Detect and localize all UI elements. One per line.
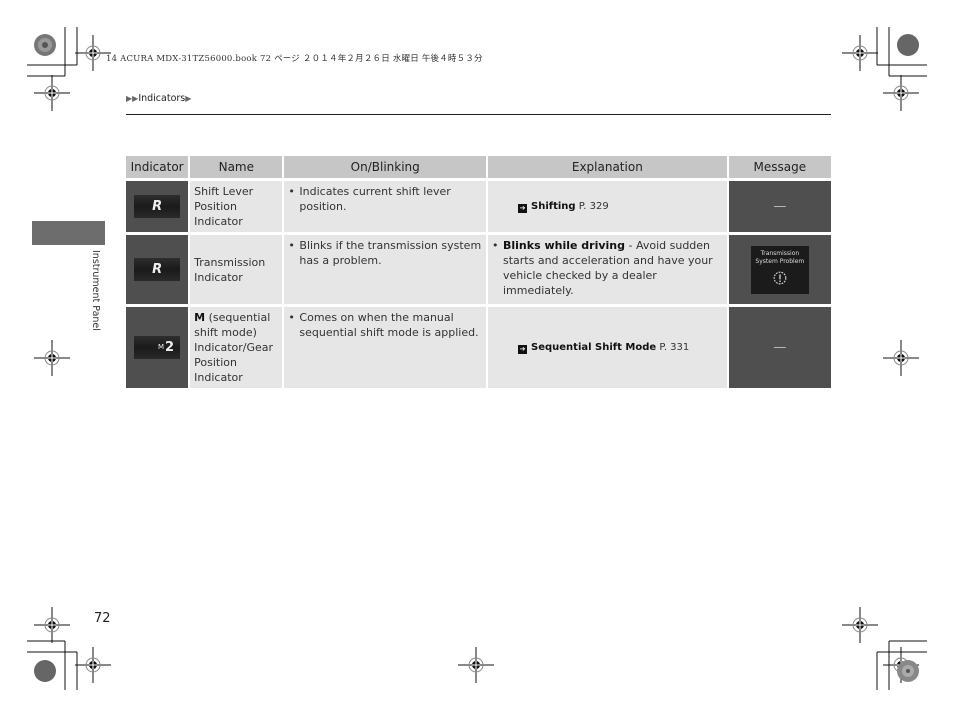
table-row: R Shift Lever Position Indicator • Indica… <box>126 181 831 235</box>
table-row: R Transmission Indicator • Blinks if the … <box>126 235 831 307</box>
column-header-explanation: Explanation <box>488 156 727 181</box>
column-header-message: Message <box>728 156 831 181</box>
print-header: 14 ACURA MDX-31TZ56000.book 72 ページ ２０１４年… <box>106 54 483 64</box>
registration-mark-icon <box>883 340 919 376</box>
explanation-cell: ➔ Shifting P. 329 <box>488 181 727 235</box>
reference-arrow-icon: ➔ <box>518 345 527 354</box>
shift-lever-position-icon: R <box>134 195 181 218</box>
transmission-indicator-icon: R <box>134 258 181 281</box>
reference-arrow-icon: ➔ <box>518 204 527 213</box>
table-header-row: Indicator Name On/Blinking Explanation M… <box>126 156 831 181</box>
registration-mark-icon <box>883 75 919 111</box>
indicator-cell: R <box>126 235 189 307</box>
breadcrumb-label[interactable]: Indicators <box>138 93 185 104</box>
header-rule <box>126 114 831 115</box>
name-cell: M (sequential shift mode) Indicator/Gear… <box>190 307 283 391</box>
indicator-cell: R <box>126 181 189 235</box>
registration-mark-icon <box>842 35 878 71</box>
registration-mark-icon <box>34 607 70 643</box>
indicator-cell: M2 <box>126 307 189 391</box>
transmission-warning-gear-icon <box>773 271 787 284</box>
on-blinking-cell: • Comes on when the manual sequential shi… <box>284 307 486 391</box>
page-number: 72 <box>94 611 111 626</box>
name-cell: Shift Lever Position Indicator <box>190 181 283 235</box>
breadcrumb-arrows-icon: ▶▶ <box>126 94 139 103</box>
registration-mark-icon <box>34 75 70 111</box>
explanation-cell: ➔ Sequential Shift Mode P. 331 <box>488 307 727 391</box>
bullet-icon: • <box>288 239 295 252</box>
side-tab-marker <box>32 221 105 245</box>
explanation-cell: • Blinks while driving - Avoid sudden sta… <box>488 235 727 307</box>
registration-mark-icon <box>75 647 111 683</box>
breadcrumb[interactable]: ▶▶Indicators▶ <box>126 93 191 104</box>
bullet-icon: • <box>288 185 295 198</box>
column-header-on-blinking: On/Blinking <box>284 156 486 181</box>
name-cell: Transmission Indicator <box>190 235 283 307</box>
column-header-indicator: Indicator <box>126 156 189 181</box>
indicators-table: Indicator Name On/Blinking Explanation M… <box>124 156 833 391</box>
table-row: M2 M (sequential shift mode) Indicator/G… <box>126 307 831 391</box>
bullet-icon: • <box>492 239 499 252</box>
sequential-shift-mode-icon: M2 <box>134 336 181 359</box>
bullet-icon: • <box>288 311 295 324</box>
side-tab-label: Instrument Panel <box>90 250 101 331</box>
column-header-name: Name <box>190 156 283 181</box>
on-blinking-cell: • Indicates current shift lever position. <box>284 181 486 235</box>
message-cell: — <box>728 181 831 235</box>
message-cell: — <box>728 307 831 391</box>
registration-mark-icon <box>842 607 878 643</box>
transmission-system-problem-message: Transmission System Problem <box>750 245 809 294</box>
registration-mark-icon <box>458 647 494 683</box>
message-cell: Transmission System Problem <box>728 235 831 307</box>
page-reference-link[interactable]: ➔ Sequential Shift Mode P. 331 <box>518 342 689 354</box>
on-blinking-cell: • Blinks if the transmission system has a… <box>284 235 486 307</box>
registration-mark-icon <box>34 340 70 376</box>
page-reference-link[interactable]: ➔ Shifting P. 329 <box>518 201 609 213</box>
breadcrumb-arrow-icon: ▶ <box>185 94 192 103</box>
